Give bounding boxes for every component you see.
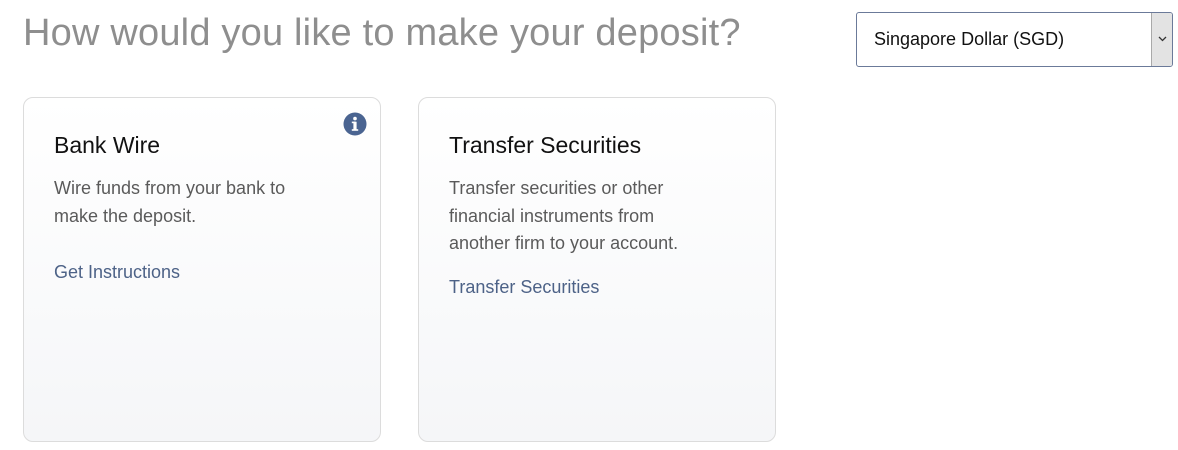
chevron-down-icon — [1158, 36, 1167, 42]
currency-select-value: Singapore Dollar (SGD) — [874, 29, 1065, 49]
currency-select[interactable]: Singapore Dollar (SGD) — [856, 12, 1173, 67]
bank-wire-description: Wire funds from your bank to make the de… — [54, 178, 286, 226]
deposit-page: How would you like to make your deposit?… — [0, 0, 1178, 450]
transfer-securities-description: Transfer securities or other financial i… — [449, 178, 679, 253]
currency-select-arrow[interactable] — [1151, 13, 1172, 66]
page-title: How would you like to make your deposit? — [23, 12, 741, 54]
bank-wire-card: Bank Wire Wire funds from your bank to m… — [23, 97, 381, 442]
info-icon[interactable] — [343, 112, 367, 136]
get-instructions-link[interactable]: Get Instructions — [54, 262, 180, 283]
transfer-securities-link[interactable]: Transfer Securities — [449, 277, 599, 298]
bank-wire-title: Bank Wire — [54, 132, 161, 158]
transfer-securities-card: Transfer Securities Transfer securities … — [418, 97, 776, 442]
transfer-securities-title: Transfer Securities — [449, 132, 642, 158]
